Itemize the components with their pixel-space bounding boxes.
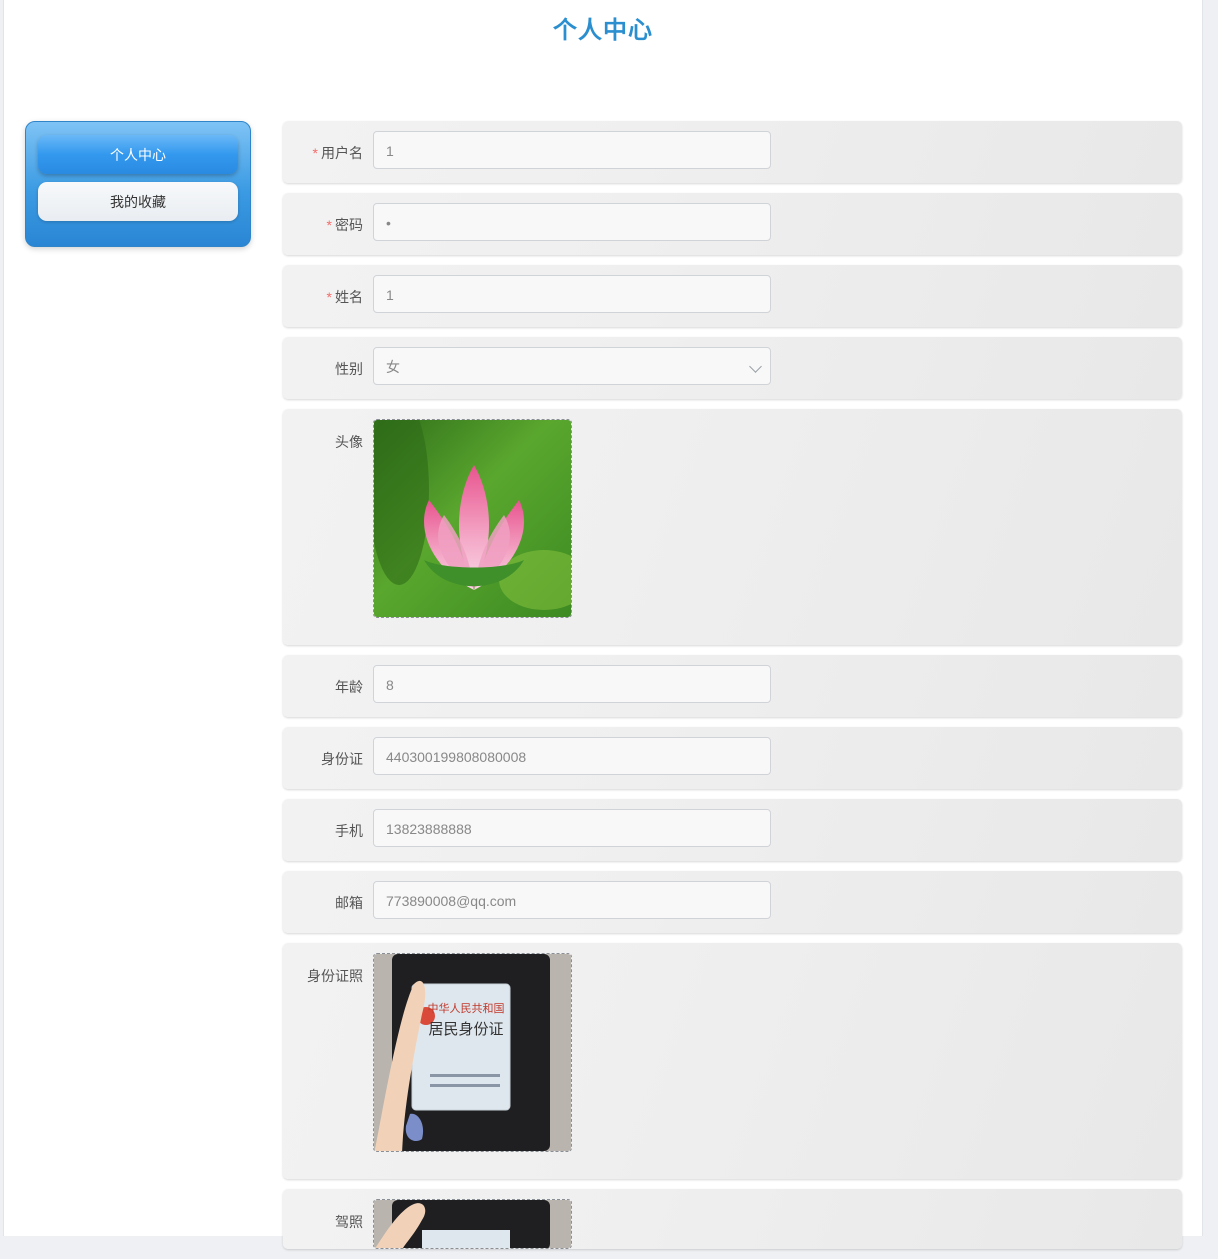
email-label: 邮箱 bbox=[335, 895, 363, 911]
age-input[interactable]: 8 bbox=[373, 665, 771, 703]
menu-item-favorites[interactable]: 我的收藏 bbox=[38, 182, 238, 221]
form-row-username: * 用户名 1 bbox=[283, 121, 1182, 183]
password-label-text: 密码 bbox=[335, 217, 363, 233]
gender-select[interactable]: 女 bbox=[373, 347, 771, 385]
form-row-email: 邮箱 773890008@qq.com bbox=[283, 871, 1182, 933]
lotus-photo-icon bbox=[374, 420, 571, 617]
phone-label: 手机 bbox=[335, 823, 363, 839]
gender-label: 性别 bbox=[335, 361, 363, 377]
email-input[interactable]: 773890008@qq.com bbox=[373, 881, 771, 919]
form-row-age: 年龄 8 bbox=[283, 655, 1182, 717]
phone-input[interactable]: 13823888888 bbox=[373, 809, 771, 847]
name-label-text: 姓名 bbox=[335, 289, 363, 305]
username-label: * 用户名 bbox=[313, 143, 363, 163]
form-row-avatar: 头像 bbox=[283, 409, 1182, 645]
side-menu: 个人中心 我的收藏 bbox=[25, 121, 251, 247]
password-label: * 密码 bbox=[327, 215, 363, 235]
required-mark: * bbox=[326, 289, 332, 305]
id-number-input[interactable]: 440300199808080008 bbox=[373, 737, 771, 775]
page-frame: 个人中心 个人中心 我的收藏 * 用户名 1 * 密码 • * 姓名 1 性别 女 头… bbox=[3, 0, 1203, 1249]
name-input[interactable]: 1 bbox=[373, 275, 771, 313]
id-card-line1: 中华人民共和国 bbox=[428, 1001, 505, 1015]
id-card-photo-icon: 中华人民共和国 居民身份证 bbox=[374, 954, 571, 1151]
profile-form: * 用户名 1 * 密码 • * 姓名 1 性别 女 头像 年龄 8 身份证 4… bbox=[283, 121, 1182, 1259]
id-photo-label: 身份证照 bbox=[307, 968, 363, 984]
form-row-id-number: 身份证 440300199808080008 bbox=[283, 727, 1182, 789]
menu-item-profile[interactable]: 个人中心 bbox=[38, 135, 238, 174]
page-title: 个人中心 bbox=[553, 17, 653, 44]
form-row-password: * 密码 • bbox=[283, 193, 1182, 255]
id-photo-upload[interactable]: 中华人民共和国 居民身份证 bbox=[373, 953, 572, 1152]
chevron-down-icon bbox=[749, 360, 762, 373]
form-row-name: * 姓名 1 bbox=[283, 265, 1182, 327]
avatar-upload[interactable] bbox=[373, 419, 572, 618]
id-card-line2: 居民身份证 bbox=[428, 1020, 503, 1038]
form-row-phone: 手机 13823888888 bbox=[283, 799, 1182, 861]
gender-select-value: 女 bbox=[386, 359, 400, 375]
form-row-license: 驾照 bbox=[283, 1189, 1182, 1249]
required-mark: * bbox=[326, 217, 332, 233]
age-label: 年龄 bbox=[335, 679, 363, 695]
id-number-label: 身份证 bbox=[321, 751, 363, 767]
username-input[interactable]: 1 bbox=[373, 131, 771, 169]
license-upload[interactable] bbox=[373, 1199, 572, 1249]
avatar-label: 头像 bbox=[335, 434, 363, 450]
form-row-gender: 性别 女 bbox=[283, 337, 1182, 399]
name-label: * 姓名 bbox=[327, 287, 363, 307]
form-row-id-photo: 身份证照 中华人民共和国 居民身份证 bbox=[283, 943, 1182, 1179]
password-input[interactable]: • bbox=[373, 203, 771, 241]
license-label: 驾照 bbox=[335, 1214, 363, 1230]
license-photo-icon bbox=[374, 1200, 571, 1248]
username-label-text: 用户名 bbox=[321, 145, 363, 161]
required-mark: * bbox=[312, 145, 318, 161]
